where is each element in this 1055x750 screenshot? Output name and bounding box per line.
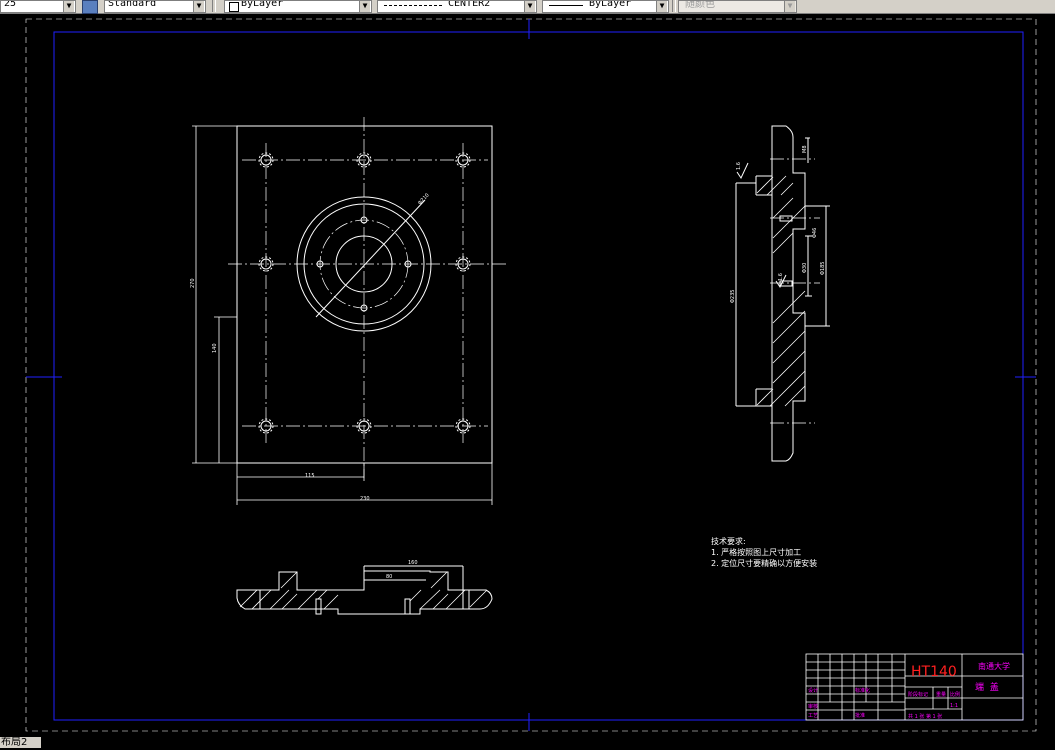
- std-label: 标准化: [855, 687, 870, 694]
- lineweight-combo[interactable]: ByLayer ▼: [542, 0, 669, 13]
- center-marks: [26, 19, 1036, 731]
- chevron-down-icon[interactable]: ▼: [359, 1, 370, 12]
- dim-diameter: Φ210: [417, 192, 431, 206]
- dimstyle-combo[interactable]: Standard ▼: [104, 0, 206, 13]
- chevron-down-icon[interactable]: ▼: [524, 1, 535, 12]
- paper-boundary: [25, 18, 1037, 732]
- weight-label: 重量: [936, 691, 946, 698]
- scale-value: 1:1: [950, 703, 958, 709]
- process-label: 工艺: [808, 713, 818, 719]
- side-dim-6: Φ30: [802, 263, 808, 273]
- scale-label: 比例: [950, 691, 960, 698]
- material-label: HT140: [911, 664, 957, 680]
- side-view: [735, 125, 830, 462]
- side-dim-5: Φ185: [820, 262, 826, 275]
- front-centerlines: [228, 117, 507, 478]
- sheet-label: 共 1 张 第 1 张: [908, 713, 942, 720]
- color-swatch-icon: [229, 2, 239, 12]
- dim-section-w1: 160: [408, 560, 418, 566]
- dim-half-width: 115: [305, 473, 315, 479]
- chevron-down-icon[interactable]: ▼: [63, 1, 74, 12]
- drawing-canvas[interactable]: 115 230 270 140 Φ210 160 80 1.6 1.6 M8 Φ…: [0, 13, 1055, 750]
- side-dim-3: M8: [802, 146, 808, 154]
- dim-height2: 140: [212, 343, 218, 353]
- roughness-symbol: [736, 162, 787, 288]
- plate-outline: [236, 125, 493, 464]
- linetype-combo[interactable]: CENTER2 ▼: [377, 0, 537, 13]
- dim-section-w2: 80: [386, 574, 392, 580]
- dimscale-value: 25: [4, 0, 17, 9]
- color-combo[interactable]: ByLayer ▼: [224, 0, 372, 13]
- side-dim-1: 1.6: [736, 162, 742, 170]
- notes-title: 技术要求:: [711, 536, 746, 546]
- lineweight-value: ByLayer: [589, 0, 632, 9]
- chevron-down-icon[interactable]: ▼: [784, 1, 795, 12]
- plotstyle-value: 随颜色: [685, 0, 715, 10]
- dim-total-width: 230: [360, 496, 370, 502]
- stage-label: 阶段标记: [908, 691, 928, 698]
- plotstyle-combo[interactable]: 随颜色 ▼: [678, 0, 797, 13]
- dim-height: 270: [190, 278, 196, 288]
- section-view: [236, 565, 493, 615]
- school-name: 南通大学: [978, 661, 1010, 671]
- dimscale-combo[interactable]: 25 ▼: [0, 0, 76, 13]
- linetype-value: CENTER2: [448, 0, 491, 9]
- lineweight-preview-icon: [549, 5, 583, 6]
- part-name: 端 盖: [975, 681, 999, 693]
- notes-line-2: 2. 定位尺寸要精确以方便安装: [711, 558, 817, 568]
- dimstyle-icon[interactable]: [82, 0, 98, 14]
- side-dim-4: Φ46: [812, 228, 818, 238]
- side-dim-7: Φ235: [730, 290, 736, 303]
- front-view: [192, 125, 493, 505]
- bolt-holes: [258, 152, 471, 434]
- notes-line-1: 1. 严格按照图上尺寸加工: [711, 547, 801, 557]
- layout-tab[interactable]: 布局2: [0, 737, 41, 748]
- chevron-down-icon[interactable]: ▼: [656, 1, 667, 12]
- chevron-down-icon[interactable]: ▼: [193, 1, 204, 12]
- toolbar-separator: [672, 0, 676, 12]
- checked-label: 审核: [808, 703, 818, 710]
- properties-toolbar: 25 ▼ Standard ▼ ByLayer ▼ CENTER2 ▼ ByLa…: [0, 0, 1055, 14]
- side-dim-2: 1.6: [778, 273, 784, 281]
- approved-label: 批准: [855, 712, 865, 719]
- side-hatch: [756, 175, 806, 407]
- drawing-frame: [53, 31, 1024, 721]
- drawn-label: 设计: [808, 687, 818, 694]
- linetype-preview-icon: [384, 5, 442, 6]
- toolbar-separator: [212, 0, 216, 12]
- color-value: ByLayer: [241, 0, 284, 9]
- side-centerlines: [770, 158, 820, 424]
- dimstyle-value: Standard: [108, 0, 157, 9]
